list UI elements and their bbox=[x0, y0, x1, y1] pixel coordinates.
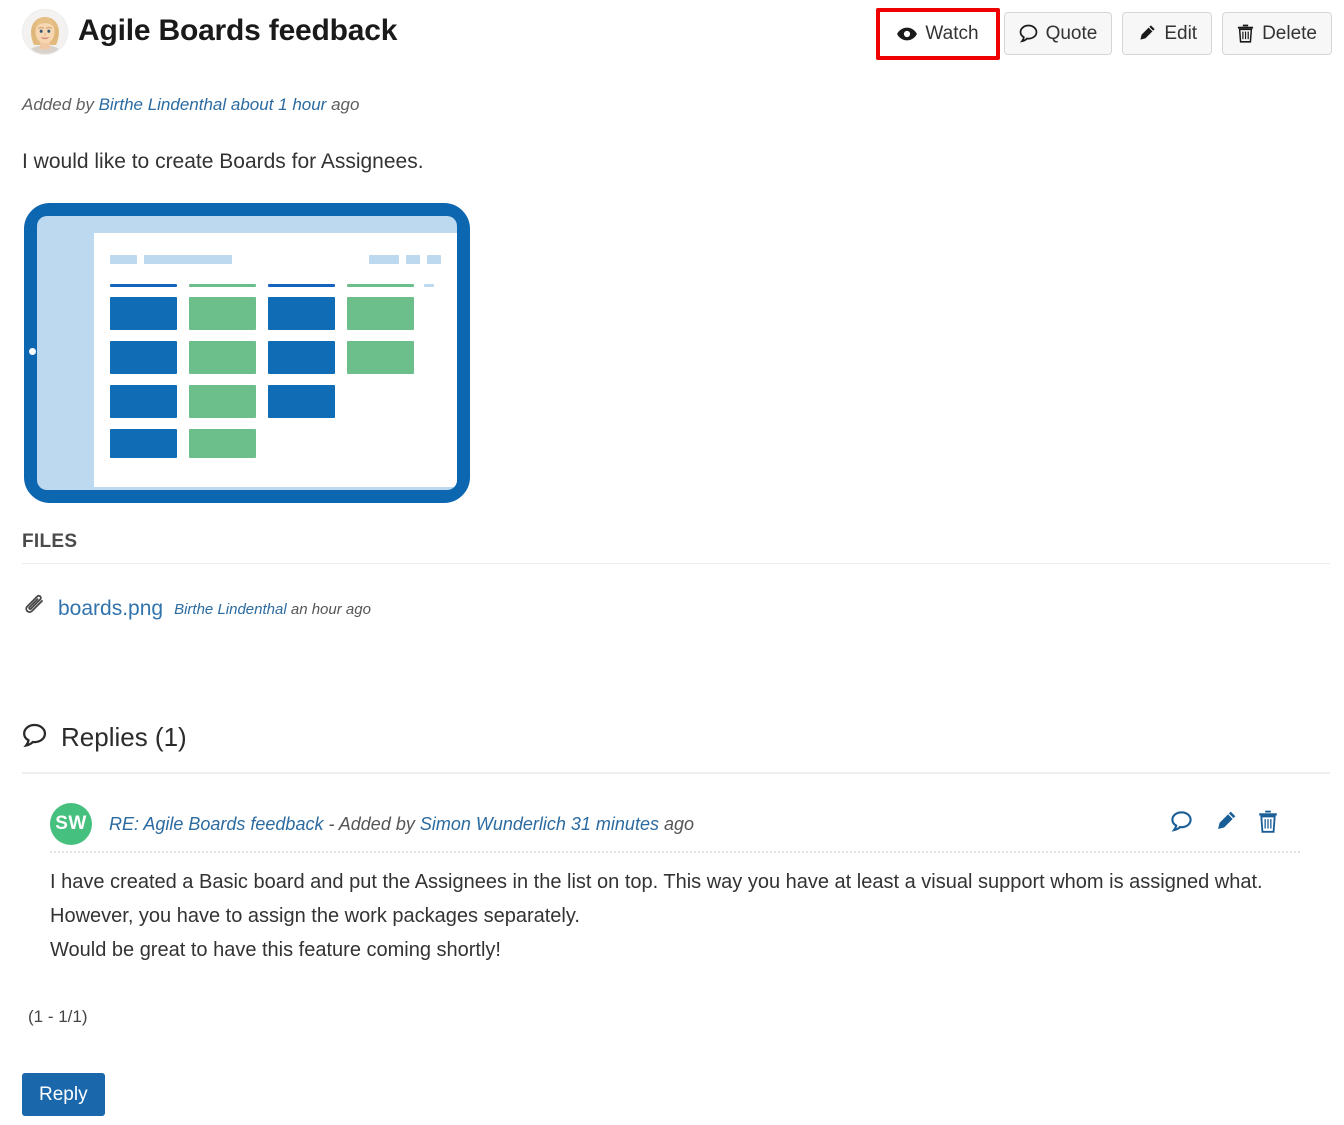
board-header-bar-1 bbox=[110, 255, 137, 264]
reply-item: SW RE: Agile Boards feedback - Added by … bbox=[50, 800, 1330, 967]
board-header-bar-2 bbox=[144, 255, 232, 264]
reply-avatar: SW bbox=[50, 803, 92, 845]
board-column-rule-5 bbox=[424, 284, 434, 287]
eye-icon bbox=[897, 27, 918, 41]
board-header-bar-3 bbox=[369, 255, 399, 264]
board-column-rule-3 bbox=[268, 284, 335, 287]
board-card bbox=[110, 297, 177, 330]
page-header: Agile Boards feedback Watch Quote Edit D… bbox=[0, 0, 1344, 74]
reply-body: I have created a Basic board and put the… bbox=[50, 865, 1305, 967]
reply-added-by: - Added by bbox=[323, 813, 420, 834]
post-meta-prefix: Added by bbox=[22, 95, 99, 114]
file-meta: Birthe Lindenthal an hour ago bbox=[174, 601, 371, 618]
reply-button[interactable]: Reply bbox=[22, 1073, 105, 1116]
board-column-rule-4 bbox=[347, 284, 414, 287]
file-name-link[interactable]: boards.png bbox=[58, 597, 163, 621]
reply-quote-icon[interactable] bbox=[1170, 810, 1193, 833]
page-title: Agile Boards feedback bbox=[78, 14, 398, 47]
post-time-link[interactable]: about 1 hour bbox=[226, 95, 326, 114]
tablet-camera-icon bbox=[28, 347, 37, 356]
reply-body-line: However, you have to assign the work pac… bbox=[50, 905, 580, 927]
board-card bbox=[268, 341, 335, 374]
board-card bbox=[268, 385, 335, 418]
reply-subject-link[interactable]: RE: Agile Boards feedback bbox=[109, 814, 323, 834]
files-section-title: FILES bbox=[22, 531, 78, 552]
edit-button[interactable]: Edit bbox=[1122, 12, 1213, 55]
tablet-screen bbox=[37, 216, 457, 490]
page-toolbar: Watch Quote Edit Delete bbox=[876, 8, 1332, 60]
watch-button-label: Watch bbox=[925, 23, 979, 44]
board-card bbox=[347, 297, 414, 330]
delete-button[interactable]: Delete bbox=[1222, 12, 1332, 55]
delete-button-label: Delete bbox=[1262, 23, 1317, 44]
board-card bbox=[110, 429, 177, 458]
board-card bbox=[110, 341, 177, 374]
watch-button[interactable]: Watch bbox=[876, 8, 1000, 60]
post-author-link[interactable]: Birthe Lindenthal bbox=[99, 95, 227, 114]
paperclip-icon bbox=[22, 594, 47, 624]
quote-button[interactable]: Quote bbox=[1003, 12, 1113, 55]
board-card bbox=[189, 429, 256, 458]
board-card bbox=[189, 297, 256, 330]
file-author-link[interactable]: Birthe Lindenthal bbox=[174, 601, 287, 618]
comment-icon bbox=[22, 723, 47, 753]
reply-title: RE: Agile Boards feedback - Added by Sim… bbox=[109, 814, 694, 835]
tablet-board-area bbox=[94, 233, 457, 487]
board-card bbox=[189, 385, 256, 418]
reply-edit-icon[interactable] bbox=[1214, 810, 1237, 833]
pencil-icon bbox=[1137, 24, 1156, 43]
post-body: I would like to create Boards for Assign… bbox=[22, 150, 424, 173]
post-meta-suffix: ago bbox=[326, 95, 360, 114]
board-card bbox=[189, 341, 256, 374]
board-column-rule-1 bbox=[110, 284, 177, 287]
trash-icon bbox=[1237, 24, 1254, 43]
tablet-sensor-icon bbox=[463, 350, 466, 353]
replies-heading-label: Replies (1) bbox=[61, 722, 187, 752]
board-header-bar-4 bbox=[406, 255, 420, 264]
reply-time-link[interactable]: 31 minutes bbox=[566, 814, 659, 834]
replies-heading: Replies (1) bbox=[22, 722, 187, 753]
reply-body-line: Would be great to have this feature comi… bbox=[50, 939, 501, 961]
board-card bbox=[347, 341, 414, 374]
file-list-item: boards.png Birthe Lindenthal an hour ago bbox=[22, 594, 371, 624]
reply-header: SW RE: Agile Boards feedback - Added by … bbox=[50, 800, 1330, 848]
agile-board-tablet-illustration bbox=[24, 203, 470, 503]
board-card bbox=[110, 385, 177, 418]
reply-actions bbox=[1170, 810, 1278, 833]
files-divider bbox=[22, 563, 1330, 564]
comment-icon bbox=[1019, 24, 1038, 43]
reply-time-suffix: ago bbox=[658, 813, 695, 834]
replies-pagination: (1 - 1/1) bbox=[28, 1007, 88, 1026]
board-column-rule-2 bbox=[189, 284, 256, 287]
board-card bbox=[268, 297, 335, 330]
reply-author-link[interactable]: Simon Wunderlich bbox=[420, 814, 566, 834]
file-time: an hour ago bbox=[286, 600, 371, 618]
replies-divider bbox=[22, 772, 1330, 774]
edit-button-label: Edit bbox=[1164, 23, 1198, 44]
board-header-bar-5 bbox=[427, 255, 441, 264]
quote-button-label: Quote bbox=[1045, 23, 1098, 44]
avatar bbox=[22, 9, 68, 55]
reply-body-line: I have created a Basic board and put the… bbox=[50, 871, 1263, 893]
reply-separator bbox=[50, 851, 1300, 853]
reply-delete-icon[interactable] bbox=[1258, 810, 1278, 833]
post-meta: Added by Birthe Lindenthal about 1 hour … bbox=[22, 95, 359, 115]
